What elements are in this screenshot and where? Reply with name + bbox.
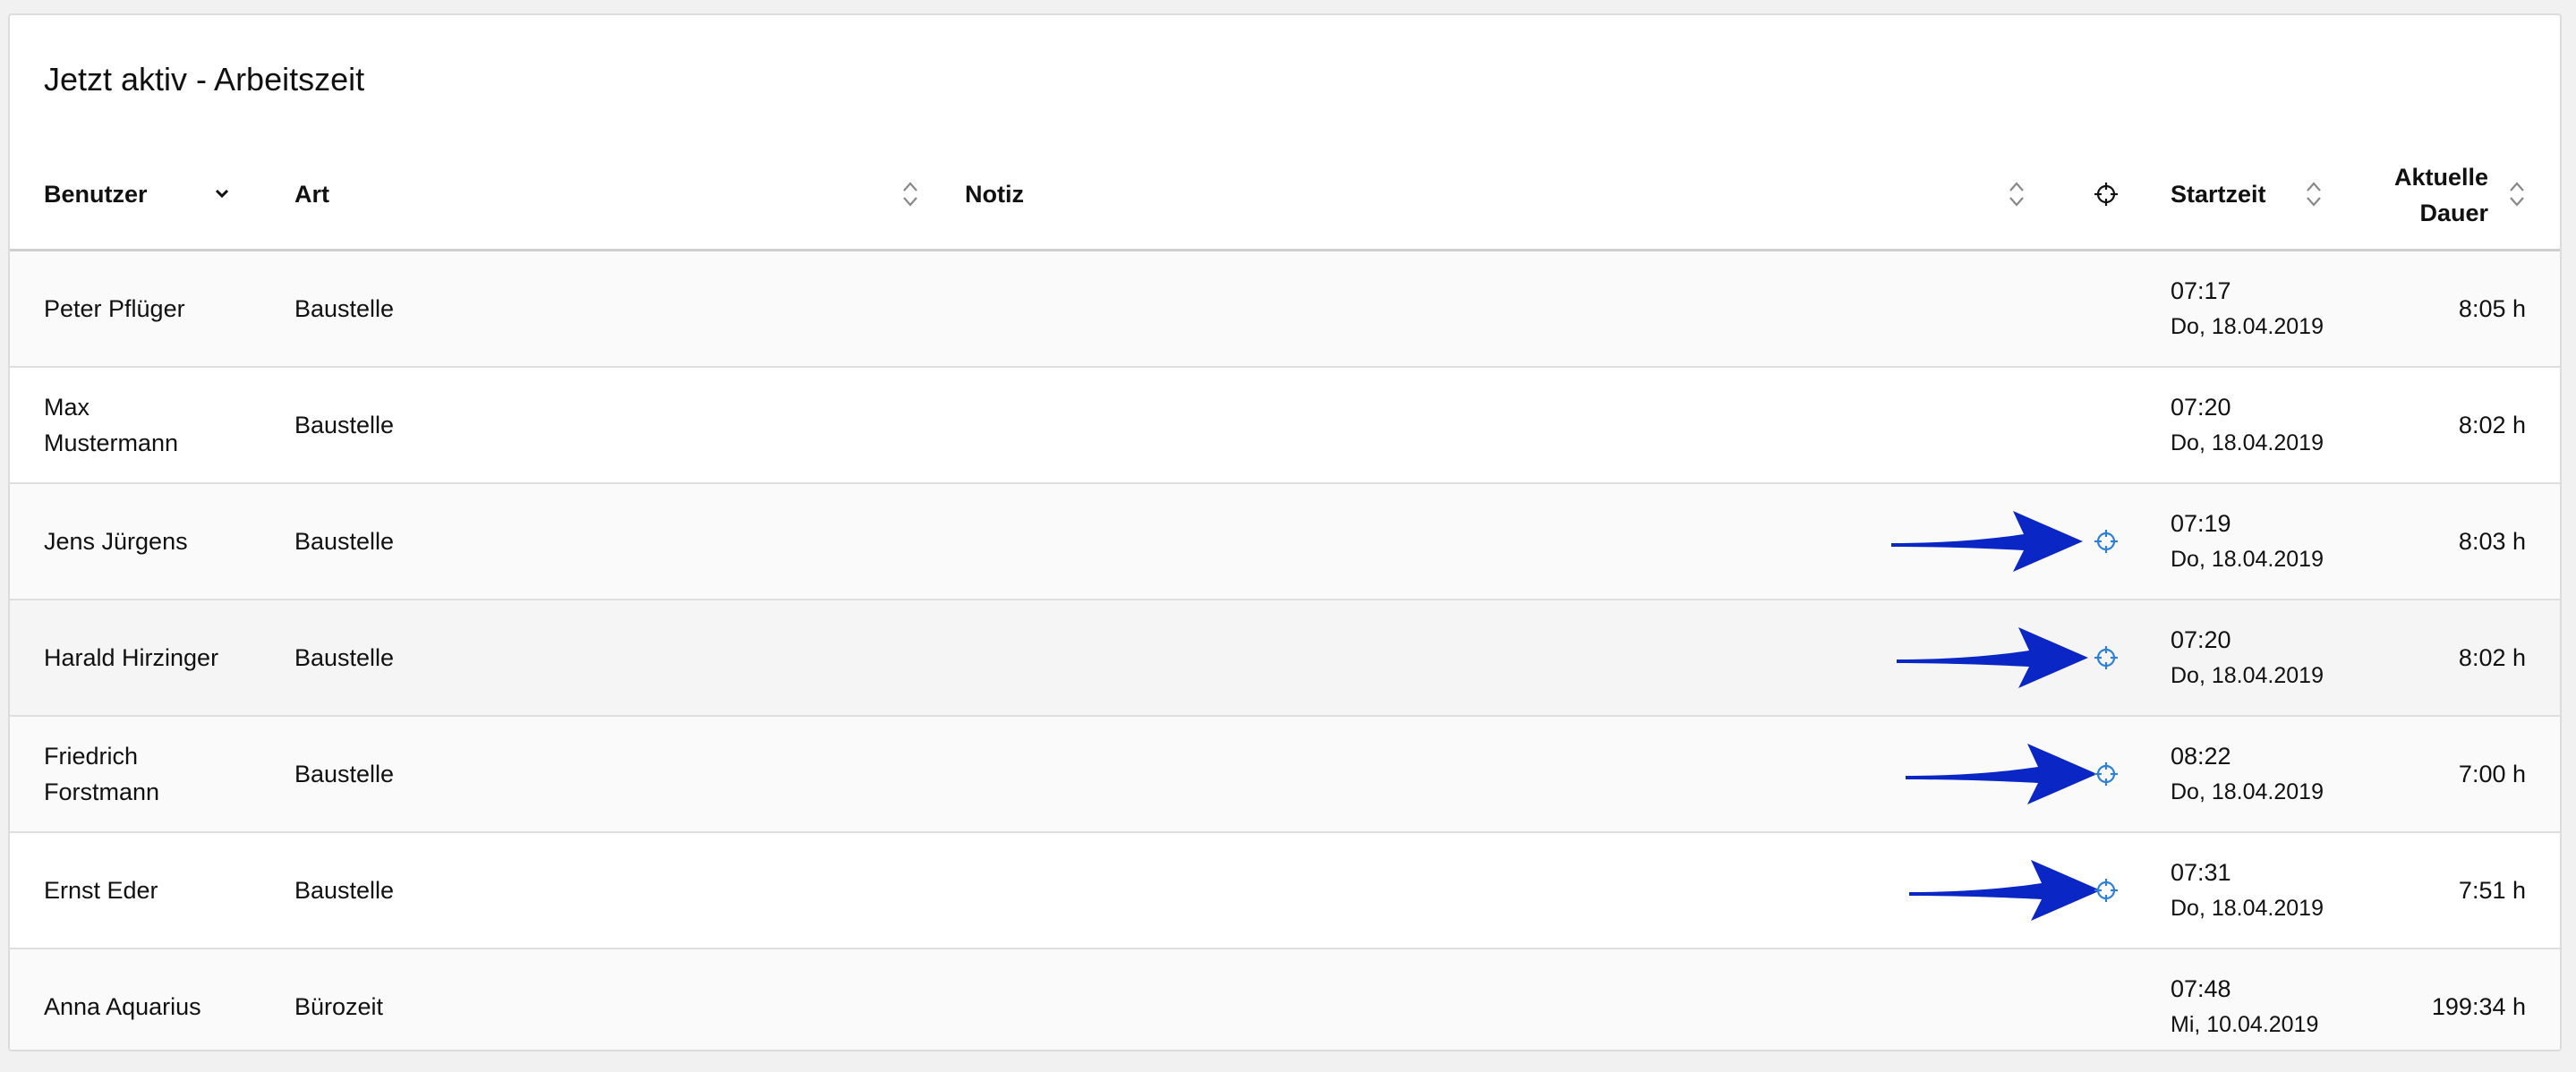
cell-duration: 7:51 h: [2458, 876, 2526, 904]
cell-start: 07:48 Mi, 10.04.2019: [2171, 949, 2319, 1050]
cell-art: Baustelle: [294, 643, 395, 671]
column-header-duration-line1: Aktuelle: [2393, 163, 2488, 191]
cell-art: Baustelle: [294, 411, 395, 438]
sort-start-icon[interactable]: [2305, 180, 2323, 208]
cell-duration: 8:05 h: [2458, 294, 2526, 322]
annotation-arrow-icon: [1909, 860, 2101, 921]
sort-duration-icon[interactable]: [2508, 180, 2526, 208]
column-header-art-label: Art: [294, 181, 329, 208]
annotation-arrow-icon: [1906, 744, 2097, 804]
start-time: 07:20: [2171, 394, 2231, 421]
start-date: Do, 18.04.2019: [2171, 779, 2324, 804]
column-header-note-label: Notiz: [965, 181, 1024, 208]
start-date: Do, 18.04.2019: [2171, 896, 2324, 921]
cell-duration: 8:03 h: [2458, 527, 2526, 555]
column-header-duration-line2: Dauer: [2419, 199, 2488, 226]
location-crosshair-icon[interactable]: [2094, 529, 2119, 554]
cell-duration: 7:00 h: [2458, 760, 2526, 787]
column-header-start-label: Startzeit: [2171, 181, 2266, 208]
column-header-note[interactable]: Notiz: [965, 140, 1024, 249]
start-date: Do, 18.04.2019: [2171, 547, 2324, 572]
cell-art: Baustelle: [294, 294, 395, 322]
start-date: Mi, 10.04.2019: [2171, 1012, 2319, 1037]
cell-duration: 199:34 h: [2431, 992, 2526, 1020]
column-header-duration[interactable]: Aktuelle Dauer: [2394, 140, 2488, 249]
table-row[interactable]: Peter Pflüger Baustelle 07:17 Do, 18.04.…: [10, 251, 2560, 368]
cell-user: Harald Hirzinger: [44, 644, 219, 671]
cell-user: Max Mustermann: [44, 394, 179, 456]
cell-start: 07:17 Do, 18.04.2019: [2171, 251, 2324, 366]
table-row[interactable]: Anna Aquarius Bürozeit 07:48 Mi, 10.04.2…: [10, 949, 2560, 1050]
cell-art: Baustelle: [294, 527, 395, 555]
start-date: Do, 18.04.2019: [2171, 663, 2324, 688]
sort-art-icon[interactable]: [901, 180, 919, 208]
start-time: 07:31: [2171, 859, 2231, 886]
cell-duration: 8:02 h: [2458, 411, 2526, 438]
location-crosshair-icon[interactable]: [2094, 645, 2119, 670]
column-header-user[interactable]: Benutzer: [44, 140, 229, 249]
cell-start: 07:31 Do, 18.04.2019: [2171, 833, 2324, 948]
location-crosshair-icon[interactable]: [2094, 878, 2119, 903]
table-header: Benutzer Art Notiz Startzeit Aktuelle Da…: [10, 140, 2560, 251]
start-date: Do, 18.04.2019: [2171, 430, 2324, 455]
cell-user: Jens Jürgens: [44, 528, 188, 555]
location-crosshair-icon[interactable]: [2094, 761, 2119, 787]
cell-start: 08:22 Do, 18.04.2019: [2171, 717, 2324, 831]
column-header-start[interactable]: Startzeit: [2171, 140, 2266, 249]
cell-user: Ernst Eder: [44, 877, 158, 904]
table-row[interactable]: Harald Hirzinger Baustelle 07:20 Do, 18.…: [10, 600, 2560, 717]
annotation-arrow-icon: [1891, 511, 2083, 572]
cell-art: Bürozeit: [294, 992, 384, 1020]
start-time: 07:17: [2171, 277, 2231, 304]
table-row[interactable]: Ernst Eder Baustelle 07:31 Do, 18.04.201…: [10, 833, 2560, 949]
table-row[interactable]: Max Mustermann Baustelle 07:20 Do, 18.04…: [10, 368, 2560, 484]
annotation-arrow-icon: [1897, 627, 2088, 688]
cell-art: Baustelle: [294, 760, 395, 787]
cell-start: 07:19 Do, 18.04.2019: [2171, 484, 2324, 599]
start-time: 07:20: [2171, 626, 2231, 653]
cell-art: Baustelle: [294, 876, 395, 904]
table-row[interactable]: Jens Jürgens Baustelle 07:19 Do, 18.04.2…: [10, 484, 2560, 600]
cell-start: 07:20 Do, 18.04.2019: [2171, 368, 2324, 482]
start-time: 08:22: [2171, 743, 2231, 770]
column-header-user-label: Benutzer: [44, 181, 148, 208]
card-title: Jetzt aktiv - Arbeitszeit: [44, 61, 365, 98]
cell-user: Friedrich Forstmann: [44, 743, 160, 805]
sort-note-icon[interactable]: [2008, 180, 2026, 208]
start-time: 07:19: [2171, 510, 2231, 537]
crosshair-icon[interactable]: [2094, 182, 2119, 207]
column-header-art[interactable]: Art: [294, 140, 329, 249]
cell-user: Anna Aquarius: [44, 993, 201, 1020]
table-row[interactable]: Friedrich Forstmann Baustelle 08:22 Do, …: [10, 717, 2560, 833]
cell-user: Peter Pflüger: [44, 295, 185, 322]
start-date: Do, 18.04.2019: [2171, 314, 2324, 339]
start-time: 07:48: [2171, 975, 2231, 1002]
cell-start: 07:20 Do, 18.04.2019: [2171, 600, 2324, 715]
cell-duration: 8:02 h: [2458, 643, 2526, 671]
chevron-down-icon[interactable]: [214, 187, 230, 200]
active-worktime-card: Jetzt aktiv - Arbeitszeit Benutzer Art N…: [8, 13, 2562, 1051]
